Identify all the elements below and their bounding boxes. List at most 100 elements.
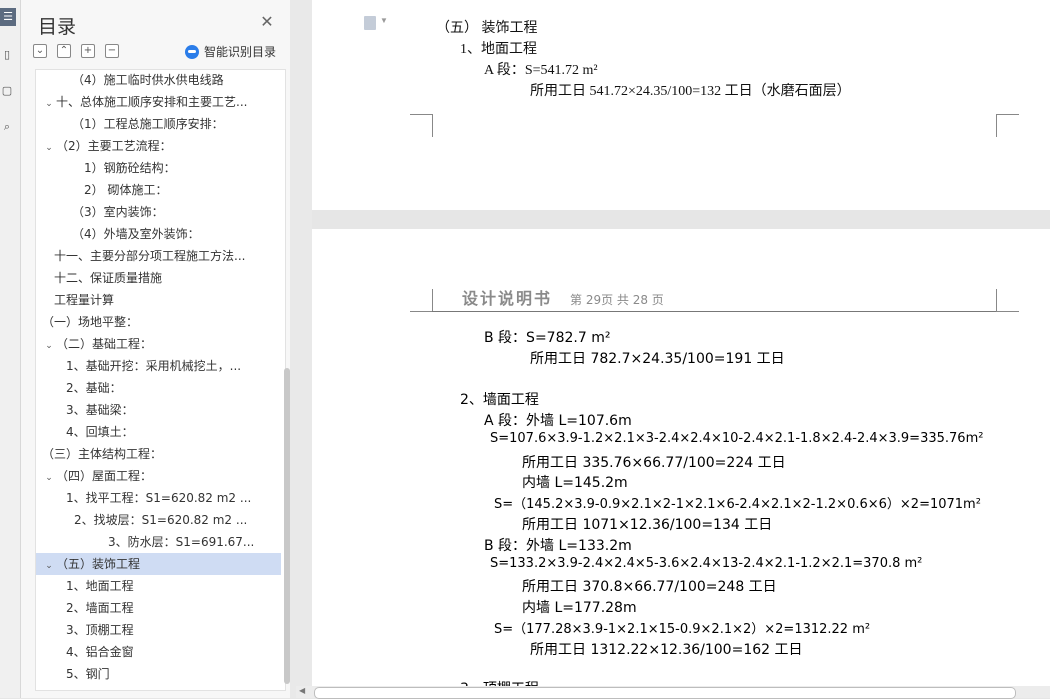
document-icon[interactable] <box>364 16 376 30</box>
toc-item-label: 2、找坡层：S1=620.82 m2 ... <box>74 513 248 527</box>
collapse-up-icon[interactable]: ⌃ <box>57 44 71 58</box>
toc-item[interactable]: 十二、保证质量措施 <box>36 267 281 289</box>
b-seg-workdays: 所用工日 782.7×24.35/100=191 工日 <box>530 351 785 367</box>
chevron-down-icon[interactable]: ⌄ <box>42 335 56 355</box>
b-outer-workdays: 所用工日 370.8×66.77/100=248 工日 <box>522 579 777 595</box>
horizontal-scrollbar[interactable]: ◀ <box>296 686 1050 699</box>
b-inner-workdays: 所用工日 1312.22×12.36/100=162 工日 <box>530 642 803 658</box>
chevron-down-icon[interactable]: ⌄ <box>42 137 56 157</box>
toc-item[interactable]: 5、钢门 <box>36 663 281 685</box>
toc-item[interactable]: ⌄ （二）基础工程： <box>36 333 281 355</box>
toc-item-label: （五）装饰工程 <box>56 557 141 571</box>
toc-item-label: 4、回填土： <box>66 425 134 439</box>
scrollbar-thumb[interactable] <box>314 687 1016 699</box>
remove-icon[interactable]: − <box>105 44 119 58</box>
toc-item[interactable]: （4）外墙及室外装饰： <box>36 223 281 245</box>
toc-item-label: 5、钢门 <box>66 667 110 681</box>
chevron-down-icon[interactable]: ⌄ <box>42 467 56 487</box>
toc-item[interactable]: （1）工程总施工顺序安排： <box>36 113 281 135</box>
toc-item[interactable]: 十一、主要分部分项工程施工方法... <box>36 245 281 267</box>
toc-item[interactable]: 3、基础梁： <box>36 399 281 421</box>
a-outer-workdays: 所用工日 335.76×66.77/100=224 工日 <box>522 455 786 471</box>
search-icon[interactable]: ⌕ <box>0 118 14 136</box>
toc-item-label: 1、地面工程 <box>66 579 134 593</box>
bookmark-icon[interactable]: ▯ <box>0 46 14 64</box>
a-outer-wall: A 段：外墙 L=107.6m <box>484 413 632 429</box>
toc-item-label: 十、总体施工顺序安排和主要工艺... <box>56 95 248 109</box>
toc-title: 目录 <box>38 16 77 38</box>
toc-item[interactable]: （3）室内装饰： <box>36 201 281 223</box>
toc-item-label: 2、基础： <box>66 381 122 395</box>
toc-item[interactable]: 1、基础开挖：采用机械挖土，... <box>36 355 281 377</box>
toc-item-label: 1、基础开挖：采用机械挖土，... <box>66 359 242 373</box>
close-icon[interactable]: ✕ <box>259 12 275 31</box>
toc-item-label: （4）施工临时供水供电线路 <box>72 73 224 87</box>
toc-item[interactable]: 1、地面工程 <box>36 575 281 597</box>
toc-panel: 目录 ✕ ⌄ ⌃ + − 智能识别目录 （4）施工临时供水供电线路 ⌄ 十、总体施工… <box>21 0 290 698</box>
toc-item-label: （四）屋面工程： <box>56 469 153 483</box>
toc-item-label: （二）基础工程： <box>56 337 153 351</box>
toc-item-label: （3）室内装饰： <box>72 205 164 219</box>
b-outer-area: S=133.2×3.9-2.4×2.4×5-3.6×2.4×13-2.4×2.1… <box>490 556 923 571</box>
a-outer-area: S=107.6×3.9-1.2×2.1×3-2.4×2.4×10-2.4×2.1… <box>490 431 984 446</box>
toc-panel-icon[interactable]: ☰ <box>0 8 16 26</box>
toc-item[interactable]: ⌄ 十、总体施工顺序安排和主要工艺... <box>36 91 281 113</box>
left-tool-rail: ☰ ▯ ▢ ⌕ <box>0 0 21 698</box>
toc-item-label: （1）工程总施工顺序安排： <box>72 117 224 131</box>
toc-item[interactable]: 4、回填土： <box>36 421 281 443</box>
toc-item[interactable]: 工程量计算 <box>36 289 281 311</box>
toc-item[interactable]: 2、找坡层：S1=620.82 m2 ... <box>36 509 281 531</box>
toc-item[interactable]: 2、墙面工程 <box>36 597 281 619</box>
b-outer-wall: B 段：外墙 L=133.2m <box>484 538 632 554</box>
toc-item[interactable]: 4、铝合金窗 <box>36 641 281 663</box>
toc-item[interactable]: ⌄ （四）屋面工程： <box>36 465 281 487</box>
toc-item-label: （三）主体结构工程： <box>42 447 163 461</box>
ceiling-title: 3、顶棚工程 <box>460 678 539 686</box>
toc-item-label: 3、防水层：S1=691.67... <box>108 535 255 549</box>
collapse-down-icon[interactable]: ⌄ <box>33 44 47 58</box>
toc-item[interactable]: 3、顶棚工程 <box>36 619 281 641</box>
toc-item[interactable]: 1）钢筋砼结构： <box>36 157 281 179</box>
toc-item-label: 十二、保证质量措施 <box>54 271 163 285</box>
toc-item[interactable]: ⌄ （2）主要工艺流程： <box>36 135 281 157</box>
toc-item[interactable]: （4）施工临时供水供电线路 <box>36 70 281 91</box>
toc-item-label: （一）场地平整： <box>42 315 139 329</box>
toc-item[interactable]: （三）主体结构工程： <box>36 443 281 465</box>
add-icon[interactable]: + <box>81 44 95 58</box>
a-inner-area: S=（145.2×3.9-0.9×2.1×2-1×2.1×6-2.4×2.1×2… <box>494 497 981 512</box>
toc-item[interactable]: ⌄ （五）装饰工程 <box>36 553 281 575</box>
page-corner-mark <box>996 289 1019 312</box>
toc-item-label: 4、铝合金窗 <box>66 645 134 659</box>
toc-item-label: （4）外墙及室外装饰： <box>72 227 200 241</box>
toc-item[interactable]: 2） 砌体施工： <box>36 179 281 201</box>
header-page-number: 第 29页 共 28 页 <box>570 293 664 307</box>
toc-item-label: 3、基础梁： <box>66 403 134 417</box>
page-corner-mark <box>996 114 1019 137</box>
a-inner-wall: 内墙 L=145.2m <box>522 475 628 491</box>
panel-divider[interactable] <box>290 0 312 698</box>
document-area: ▼ （五） 装饰工程 1、地面工程 A 段：S=541.72 m² 所用工日 5… <box>312 0 1050 686</box>
toc-item[interactable]: 2、基础： <box>36 377 281 399</box>
toc-item-label: 1）钢筋砼结构： <box>84 161 176 175</box>
chevron-down-icon[interactable]: ⌄ <box>42 93 56 113</box>
chevron-down-icon[interactable]: ⌄ <box>42 555 56 575</box>
smart-toc-button[interactable]: 智能识别目录 <box>185 43 276 60</box>
smart-toc-label: 智能识别目录 <box>204 45 277 59</box>
toc-item[interactable]: 1、找平工程：S1=620.82 m2 ... <box>36 487 281 509</box>
toc-item[interactable]: 3、防水层：S1=691.67... <box>36 531 281 553</box>
page-top: ▼ （五） 装饰工程 1、地面工程 A 段：S=541.72 m² 所用工日 5… <box>312 0 1050 210</box>
page-corner-mark <box>410 114 433 137</box>
header-rule <box>432 311 996 312</box>
wall-title: 2、墙面工程 <box>460 392 539 408</box>
toc-item[interactable]: （一）场地平整： <box>36 311 281 333</box>
sub-title: 1、地面工程 <box>460 42 537 57</box>
smart-toc-icon <box>185 45 199 59</box>
section-title: （五） 装饰工程 <box>436 21 538 36</box>
a-inner-workdays: 所用工日 1071×12.36/100=134 工日 <box>522 517 773 533</box>
page-thumbnail-icon[interactable]: ▢ <box>0 82 14 100</box>
toc-item-label: 1、找平工程：S1=620.82 m2 ... <box>66 491 252 505</box>
toc-item-label: 工程量计算 <box>54 293 115 307</box>
b-seg-area: B 段：S=782.7 m² <box>484 330 611 346</box>
chevron-down-icon[interactable]: ▼ <box>380 16 388 25</box>
scroll-left-icon[interactable]: ◀ <box>299 686 305 695</box>
